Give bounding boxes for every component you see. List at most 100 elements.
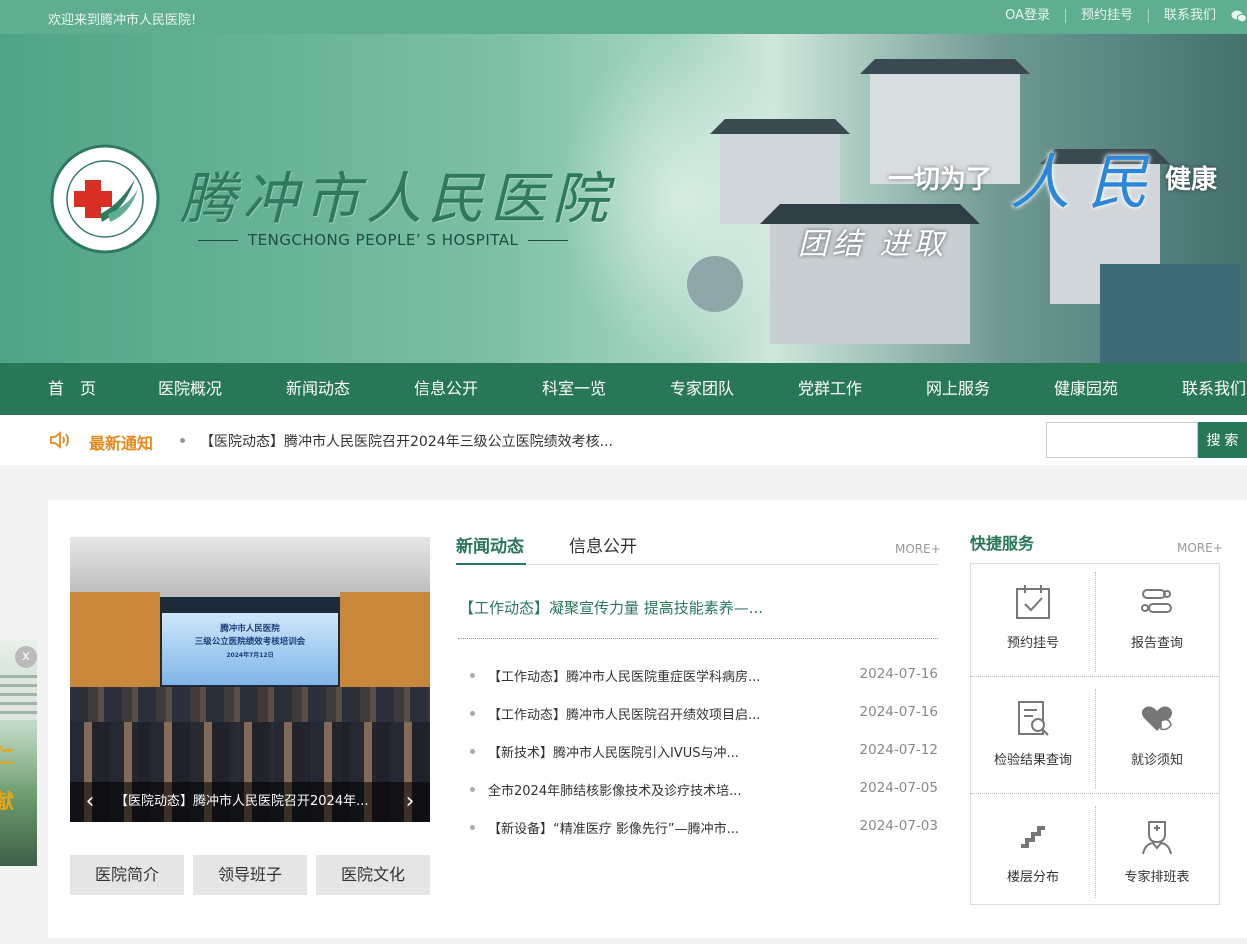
service-floor-map[interactable]: 楼层分布 [971,798,1095,915]
news-bullet [470,749,475,754]
news-date: 2024-07-16 [859,704,938,720]
headline-divider [458,638,938,639]
nav-item-news[interactable]: 新闻动态 [286,363,350,415]
services-title: 快捷服务 [970,534,1035,553]
service-label: 预约挂号 [1006,636,1059,651]
nav-item-disclosure[interactable]: 信息公开 [414,363,478,415]
search-button[interactable]: 搜 索 [1198,422,1247,458]
wechat-icon[interactable] [1231,9,1247,23]
service-lab-results[interactable]: 检验结果查询 [971,681,1095,798]
notice-link[interactable]: 【医院动态】腾冲市人民医院召开2024年三级公立医院绩效考核... [200,431,613,451]
calendar-check-icon [1016,585,1050,619]
news-bullet [470,711,475,716]
report-query-icon [1141,589,1172,613]
doctor-icon [1142,821,1172,855]
news-more-link[interactable]: MORE+ [895,542,941,556]
news-title[interactable]: 【工作动态】腾冲市人民医院重症医学科病房... [488,666,760,685]
slide-prev-icon[interactable]: ‹ [78,790,102,814]
news-title[interactable]: 【新设备】“精准医疗 影像先行”—腾冲市... [488,818,739,837]
nav-item-contact[interactable]: 联系我们 [1182,363,1246,415]
news-item[interactable]: 【新设备】“精准医疗 影像先行”—腾冲市... 2024-07-03 [470,818,938,838]
news-title[interactable]: 【新技术】腾冲市人民医院引入IVUS与冲... [488,742,739,761]
nav-item-online-service[interactable]: 网上服务 [926,363,990,415]
service-expert-schedule[interactable]: 专家排班表 [1095,798,1219,915]
ad-text-1: 仁 [0,744,14,768]
oa-login-link[interactable]: OA登录 [990,9,1066,23]
services-grid: 预约挂号 报告查询 检验结果查询 就诊须知 楼层分布 专家排班表 [970,563,1220,905]
news-date: 2024-07-03 [859,818,938,834]
news-date: 2024-07-05 [859,780,938,796]
ad-building [0,670,37,720]
tab-news[interactable]: 新闻动态 [456,532,524,557]
tab-active-underline [456,563,526,565]
notice-label: 最新通知 [89,434,154,453]
document-search-icon [1018,701,1049,736]
news-item[interactable]: 【工作动态】腾冲市人民医院召开绩效项目启... 2024-07-16 [470,704,938,724]
news-headline[interactable]: 【工作动态】凝聚宣传力量 提高技能素养—... [459,597,763,618]
service-label: 检验结果查询 [993,753,1072,768]
service-report-query[interactable]: 报告查询 [1095,564,1219,681]
hospital-name-en: TENGCHONG PEOPLE’ S HOSPITAL [188,231,578,249]
floating-ad[interactable]: 仁 献 [0,640,37,866]
service-appointment[interactable]: 预约挂号 [971,564,1095,681]
appointment-link[interactable]: 预约挂号 [1066,9,1149,23]
news-item[interactable]: 全市2024年肺结核影像技术及诊疗技术培... 2024-07-05 [470,780,938,800]
news-bullet [470,673,475,678]
tab-divider [458,564,938,565]
close-icon[interactable]: x [15,646,37,668]
slide-screen-date: 2024年7月12日 [226,652,274,659]
nav-item-experts[interactable]: 专家团队 [670,363,734,415]
news-bullet [470,825,475,830]
news-slideshow[interactable]: 腾冲市人民医院 三级公立医院绩效考核培训会 2024年7月12日 【医院动态】腾… [70,537,430,822]
news-bullet [470,787,475,792]
welcome-text: 欢迎来到腾冲市人民医院! [48,13,197,28]
header-banner: 腾冲市人民医院 TENGCHONG PEOPLE’ S HOSPITAL 一切为… [0,34,1247,363]
search-input[interactable] [1046,422,1198,458]
service-label: 报告查询 [1130,636,1183,651]
nav-item-party[interactable]: 党群工作 [798,363,862,415]
main-nav: 首 页 医院概况 新闻动态 信息公开 科室一览 专家团队 党群工作 网上服务 健… [0,363,1247,415]
services-more-link[interactable]: MORE+ [1177,541,1223,555]
hospital-name-cn: 腾冲市人民医院 [180,167,614,232]
leadership-button[interactable]: 领导班子 [193,855,307,895]
news-title[interactable]: 全市2024年肺结核影像技术及诊疗技术培... [488,780,741,799]
stairs-icon [1021,826,1045,848]
rule-right [528,239,569,241]
nav-item-health[interactable]: 健康园苑 [1054,363,1118,415]
news-title[interactable]: 【工作动态】腾冲市人民医院召开绩效项目启... [488,704,760,723]
news-date: 2024-07-16 [859,666,938,682]
slide-caption[interactable]: 【医院动态】腾冲市人民医院召开2024年... [70,782,430,822]
slogan-people: 人民 [1010,148,1166,218]
hospital-name-en-text: TENGCHONG PEOPLE’ S HOSPITAL [248,231,519,249]
top-bar: 欢迎来到腾冲市人民医院! OA登录 预约挂号 联系我们 [0,0,1247,34]
tab-disclosure[interactable]: 信息公开 [569,532,637,557]
slogan-unity: 团结 进取 [798,227,948,262]
nav-item-overview[interactable]: 医院概况 [158,363,222,415]
slide-projector-screen: 腾冲市人民医院 三级公立医院绩效考核培训会 2024年7月12日 [162,613,338,685]
ad-text-2: 献 [0,789,14,813]
speaker-icon [50,431,69,449]
hospital-logo[interactable] [50,144,160,254]
service-label: 楼层分布 [1006,870,1059,885]
notice-bar: 最新通知 【医院动态】腾冲市人民医院召开2024年三级公立医院绩效考核... 搜… [0,415,1247,465]
service-label: 专家排班表 [1124,870,1190,885]
nav-item-home[interactable]: 首 页 [48,363,96,415]
hospital-culture-button[interactable]: 医院文化 [316,855,430,895]
rule-left [198,239,238,241]
service-visit-notice[interactable]: 就诊须知 [1095,681,1219,798]
hospital-intro-button[interactable]: 医院简介 [70,855,184,895]
slide-next-icon[interactable]: › [398,790,422,814]
slogan-part2: 健康 [1165,165,1218,195]
news-item[interactable]: 【工作动态】腾冲市人民医院重症医学科病房... 2024-07-16 [470,666,938,686]
heart-hand-icon [1141,706,1173,731]
news-item[interactable]: 【新技术】腾冲市人民医院引入IVUS与冲... 2024-07-12 [470,742,938,762]
slide-ceiling [70,537,430,597]
slide-screen-title2: 三级公立医院绩效考核培训会 [194,637,306,647]
service-label: 就诊须知 [1130,753,1183,768]
nav-item-departments[interactable]: 科室一览 [542,363,606,415]
contact-link[interactable]: 联系我们 [1149,9,1231,23]
top-links: OA登录 预约挂号 联系我们 [990,9,1247,23]
slogan-part1: 一切为了 [888,165,993,195]
news-date: 2024-07-12 [859,742,938,758]
notice-bullet [180,438,185,443]
